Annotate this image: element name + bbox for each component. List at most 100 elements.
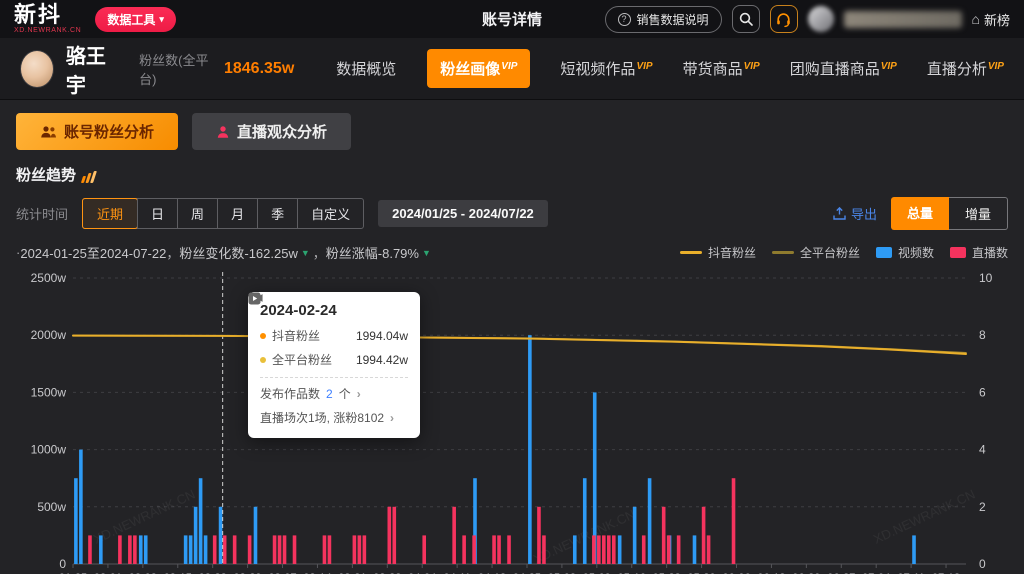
- chevron-down-icon: ▾: [159, 14, 164, 25]
- range-quarter[interactable]: 季: [257, 199, 297, 228]
- tab-ecommerce-products[interactable]: 带货商品VIP: [683, 58, 760, 79]
- tooltip-row-allplatform: 全平台粉丝 1994.42w: [260, 351, 408, 368]
- headset-icon: [775, 11, 792, 28]
- tab-live-audience-analysis[interactable]: 直播观众分析: [192, 113, 351, 150]
- fans-trend-chart[interactable]: 00500w21000w41500w62000w82500w1001-2502-…: [16, 264, 1024, 574]
- vip-badge: VIP: [988, 61, 1004, 72]
- svg-text:2500w: 2500w: [31, 271, 67, 285]
- person-icon: [216, 125, 230, 139]
- tab-fans-portrait[interactable]: 粉丝画像VIP: [427, 49, 530, 88]
- page-title: 账号详情: [482, 9, 542, 30]
- question-icon: ?: [618, 13, 631, 26]
- legend-line-swatch: [680, 251, 702, 254]
- chart-legend: 抖音粉丝 全平台粉丝 视频数 直播数: [680, 244, 1008, 261]
- logo-text: 新抖: [14, 4, 81, 26]
- vip-badge: VIP: [744, 61, 760, 72]
- tooltip-row-douyin: 抖音粉丝 1994.04w: [260, 327, 408, 344]
- data-tools-label: 数据工具: [107, 11, 155, 28]
- two-persons-icon: [40, 125, 57, 139]
- tooltip-works-row[interactable]: 发布作品数2个 ›: [260, 385, 408, 402]
- svg-text:500w: 500w: [37, 500, 66, 514]
- section-title-row: 粉丝趋势: [16, 164, 1008, 185]
- analysis-tabs: 账号粉丝分析 直播观众分析: [16, 113, 1008, 150]
- svg-text:0: 0: [59, 557, 66, 571]
- vip-badge: VIP: [881, 61, 897, 72]
- svg-text:1000w: 1000w: [31, 443, 67, 457]
- legend-line-swatch: [772, 251, 794, 254]
- tooltip-date: 2024-02-24: [260, 302, 408, 319]
- fans-change-text: 粉丝变化数-162.25w: [179, 243, 297, 262]
- sales-data-info-button[interactable]: ? 销售数据说明: [605, 6, 722, 33]
- legend-box-swatch: [950, 247, 966, 258]
- mode-toggle: 总量 增量: [891, 197, 1008, 230]
- svg-text:XD.NEWRANK.CN: XD.NEWRANK.CN: [871, 486, 978, 546]
- live-play-icon: [248, 292, 261, 305]
- support-button[interactable]: [770, 5, 798, 33]
- svg-text:10: 10: [979, 271, 993, 285]
- legend-douyin-fans[interactable]: 抖音粉丝: [680, 244, 756, 261]
- range-recent[interactable]: 近期: [82, 198, 138, 229]
- tab-account-fans-analysis[interactable]: 账号粉丝分析: [16, 113, 178, 150]
- time-range-segmented: 近期 日 周 月 季 自定义: [82, 198, 364, 229]
- user-name-blurred[interactable]: [844, 11, 962, 28]
- main-content: 账号粉丝分析 直播观众分析 粉丝趋势 统计时间 近期 日 周 月: [0, 100, 1024, 574]
- svg-text:6: 6: [979, 385, 986, 399]
- range-day[interactable]: 日: [137, 199, 177, 228]
- chevron-right-icon: ›: [357, 387, 361, 401]
- orange-dot-icon: [260, 333, 266, 339]
- search-icon: [738, 11, 754, 27]
- tooltip-live-row[interactable]: 直播场次1场, 涨粉8102 ›: [260, 409, 408, 426]
- range-month[interactable]: 月: [217, 199, 257, 228]
- sales-data-info-label: 销售数据说明: [637, 11, 709, 28]
- svg-text:4: 4: [979, 443, 986, 457]
- filter-row: 统计时间 近期 日 周 月 季 自定义 2024/01/25 - 2024/07…: [16, 197, 1008, 230]
- fans-count-label: 粉丝数(全平台): [139, 50, 216, 88]
- account-avatar[interactable]: [20, 50, 54, 88]
- svg-text:0: 0: [979, 557, 986, 571]
- legend-box-swatch: [876, 247, 892, 258]
- down-arrow-icon: ▼: [422, 248, 431, 258]
- tab-group-live-products[interactable]: 团购直播商品VIP: [790, 58, 897, 79]
- svg-text:1500w: 1500w: [31, 385, 67, 399]
- vip-badge: VIP: [636, 61, 652, 72]
- user-avatar[interactable]: [808, 6, 834, 32]
- topbar: 新抖 XD.NEWRANK.CN 数据工具 ▾ 账号详情 ? 销售数据说明: [0, 0, 1024, 38]
- export-icon: [832, 206, 847, 221]
- home-icon: ⌂: [972, 11, 980, 27]
- data-tools-button[interactable]: 数据工具 ▾: [95, 7, 176, 32]
- svg-text:2000w: 2000w: [31, 328, 67, 342]
- section-title: 粉丝趋势: [16, 164, 76, 185]
- topbar-actions: ? 销售数据说明 ⌂ 新榜: [605, 5, 1011, 33]
- tooltip-divider: [260, 377, 408, 378]
- range-week[interactable]: 周: [177, 199, 217, 228]
- mode-total[interactable]: 总量: [891, 197, 949, 230]
- date-range-picker[interactable]: 2024/01/25 - 2024/07/22: [378, 200, 548, 227]
- tab-short-videos[interactable]: 短视频作品VIP: [560, 58, 652, 79]
- stats-period: 2024-01-25至2024-07-22: [20, 243, 166, 262]
- account-name: 骆王宇: [66, 40, 119, 98]
- legend-video-count[interactable]: 视频数: [876, 244, 934, 261]
- stat-time-label: 统计时间: [16, 204, 68, 223]
- newrank-home-link[interactable]: ⌂ 新榜: [972, 10, 1010, 29]
- svg-text:2: 2: [979, 500, 986, 514]
- svg-text:8: 8: [979, 328, 986, 342]
- account-detail-page: 新抖 XD.NEWRANK.CN 数据工具 ▾ 账号详情 ? 销售数据说明: [0, 0, 1024, 574]
- account-nav: 数据概览 粉丝画像VIP 短视频作品VIP 带货商品VIP 团购直播商品VIP …: [336, 49, 1004, 88]
- chart-tooltip: 2024-02-24 抖音粉丝 1994.04w 全平台粉丝 1994.42w: [248, 292, 420, 438]
- range-custom[interactable]: 自定义: [297, 199, 363, 228]
- down-arrow-icon: ▼: [301, 248, 310, 258]
- stats-row: ·2024-01-25至2024-07-22， 粉丝变化数-162.25w ▼，…: [16, 243, 1008, 262]
- tab-live-analysis[interactable]: 直播分析VIP: [927, 58, 1004, 79]
- export-button[interactable]: 导出: [832, 204, 877, 223]
- fans-rate-text: 粉丝涨幅-8.79%: [326, 243, 419, 262]
- chevron-right-icon: ›: [390, 411, 394, 425]
- account-header: 骆王宇 粉丝数(全平台) 1846.35w 数据概览 粉丝画像VIP 短视频作品…: [0, 38, 1024, 100]
- yellow-dot-icon: [260, 357, 266, 363]
- legend-live-count[interactable]: 直播数: [950, 244, 1008, 261]
- legend-allplatform-fans[interactable]: 全平台粉丝: [772, 244, 860, 261]
- newdou-logo[interactable]: 新抖 XD.NEWRANK.CN: [14, 4, 81, 34]
- tab-data-overview[interactable]: 数据概览: [336, 58, 397, 79]
- search-button[interactable]: [732, 5, 760, 33]
- mode-delta[interactable]: 增量: [949, 197, 1008, 230]
- fans-trend-chart-area: 00500w21000w41500w62000w82500w1001-2502-…: [16, 264, 1024, 574]
